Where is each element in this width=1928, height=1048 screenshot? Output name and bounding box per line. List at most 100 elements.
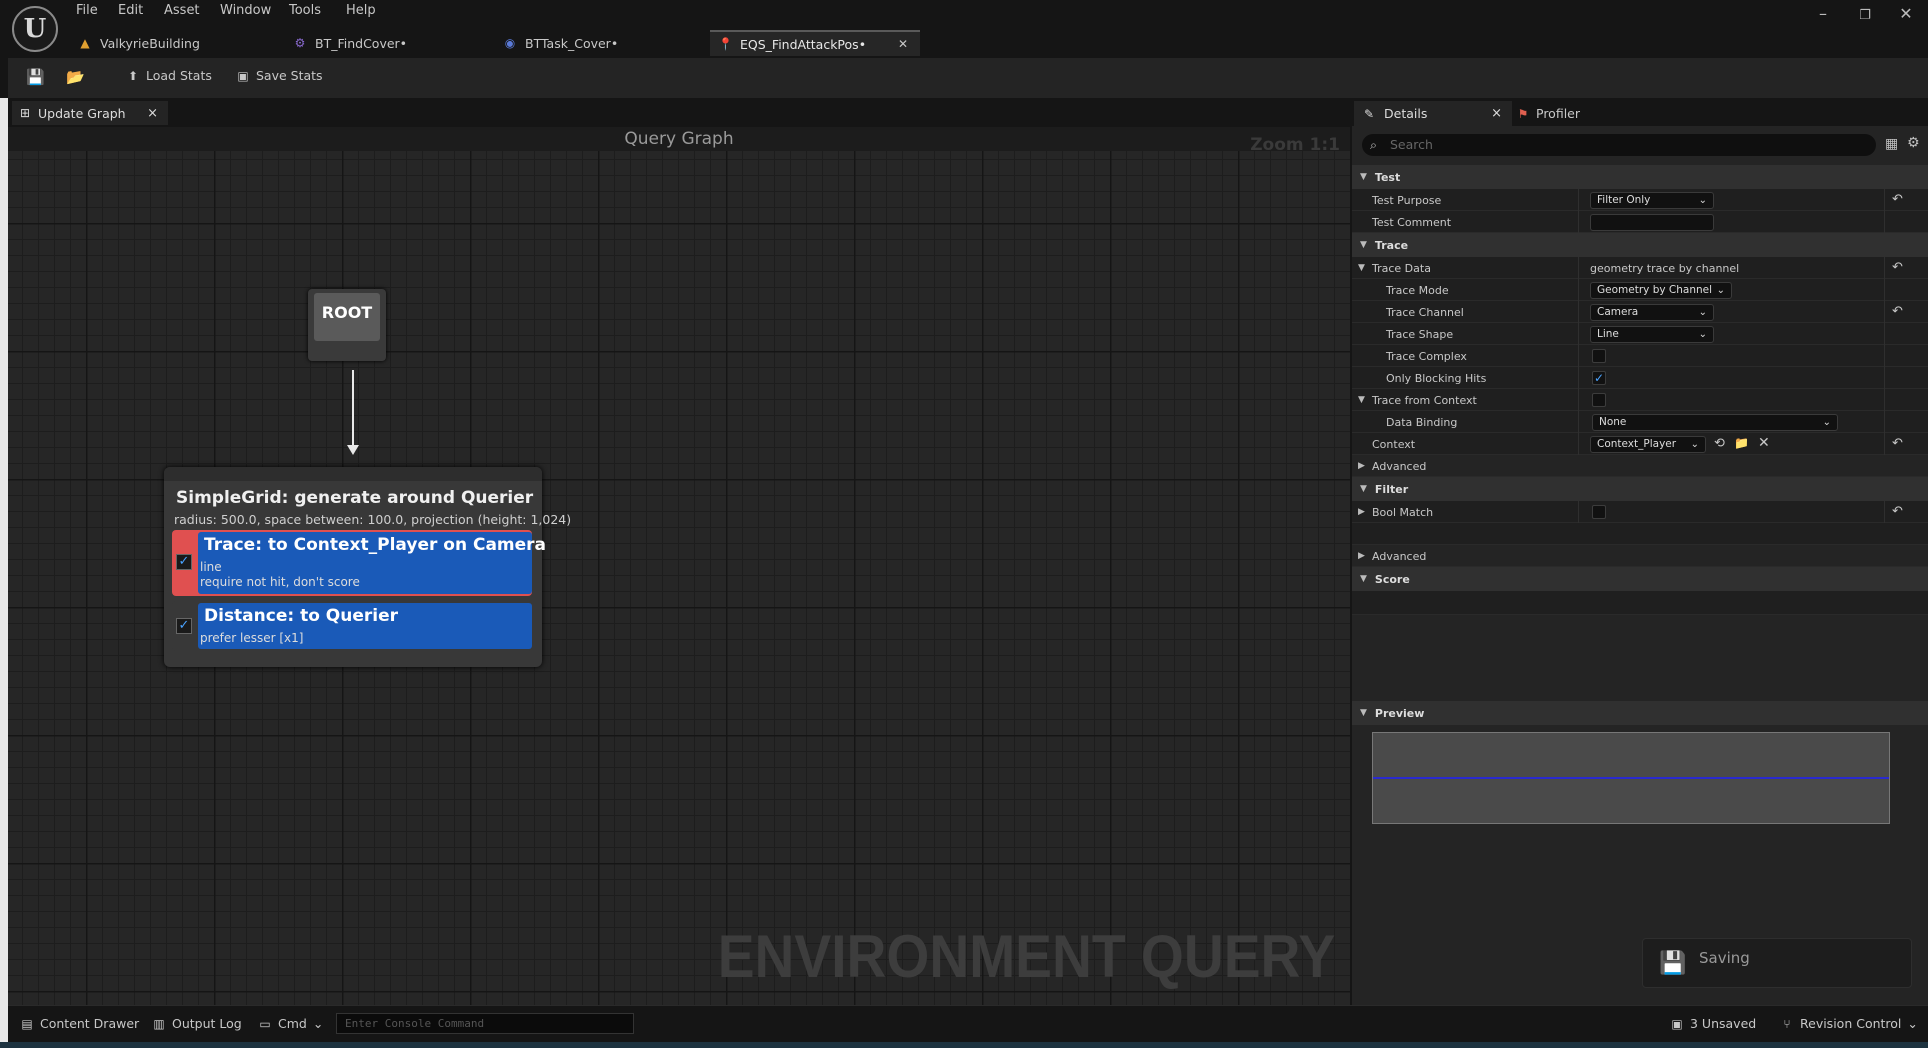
blueprint-icon: ◉ — [504, 36, 516, 50]
close-window-button[interactable]: ✕ — [1888, 4, 1924, 23]
unreal-logo-icon[interactable]: U — [12, 6, 58, 52]
menu-help[interactable]: Help — [346, 3, 376, 18]
expand-arrow-icon[interactable]: ▼ — [1358, 263, 1365, 273]
table-view-icon[interactable]: ▦ — [1885, 136, 1898, 152]
section-label: Filter — [1374, 482, 1409, 496]
tab-label: EQS_FindAttackPos• — [740, 36, 867, 52]
unsaved-button[interactable]: ▣ 3 Unsaved — [1670, 1016, 1756, 1031]
toolbar: 💾 📂 ⬆ Load Stats ▣ Save Stats — [8, 58, 1928, 98]
query-graph-canvas[interactable]: Query Graph Zoom 1:1 ENVIRONMENT QUERY R… — [8, 127, 1350, 1005]
bool-match-checkbox[interactable] — [1592, 505, 1606, 519]
test-purpose-dropdown[interactable]: Filter Only ⌄ — [1590, 192, 1714, 209]
dropdown-value: Camera — [1597, 306, 1639, 318]
trace-test-checkbox[interactable]: ✓ — [176, 554, 192, 570]
reset-to-default-icon[interactable]: ↶ — [1892, 260, 1903, 275]
expand-arrow-icon: ▼ — [1360, 574, 1367, 584]
trace-complex-checkbox[interactable] — [1592, 349, 1606, 363]
zoom-level: Zoom 1:1 — [1250, 135, 1340, 155]
settings-gear-icon[interactable]: ⚙ — [1907, 135, 1920, 151]
console-command-input[interactable]: Enter Console Command — [336, 1013, 634, 1034]
reset-to-default-icon[interactable]: ↶ — [1892, 192, 1903, 207]
tab-profiler[interactable]: ⚑ Profiler — [1516, 101, 1580, 126]
load-stats-button[interactable]: ⬆ Load Stats — [126, 68, 212, 83]
tab-bt-findcover[interactable]: ⚙ BT_FindCover• — [293, 30, 407, 56]
trace-channel-dropdown[interactable]: Camera ⌄ — [1590, 304, 1714, 321]
only-blocking-hits-checkbox[interactable]: ✓ — [1592, 371, 1606, 385]
chevron-down-icon: ⌄ — [1716, 285, 1725, 296]
save-icon[interactable]: 💾 — [26, 68, 45, 86]
expand-arrow-right-icon: ▶ — [1358, 461, 1365, 471]
behavior-tree-icon: ⚙ — [294, 36, 306, 50]
content-drawer-button[interactable]: ▤ Content Drawer — [20, 1016, 139, 1031]
section-test[interactable]: ▼ Test — [1352, 165, 1928, 189]
use-selected-icon[interactable]: ⟲ — [1714, 436, 1725, 451]
tab-details[interactable]: ✎ Details × — [1354, 101, 1512, 126]
browse-asset-icon[interactable]: 📂 — [66, 68, 85, 86]
tab-eqs-findattackpos[interactable]: 📍 EQS_FindAttackPos• ✕ — [710, 30, 920, 56]
data-binding-dropdown[interactable]: None ⌄ — [1592, 414, 1838, 431]
reset-to-default-icon[interactable]: ↶ — [1892, 436, 1903, 451]
menu-window[interactable]: Window — [220, 3, 271, 18]
menu-edit[interactable]: Edit — [118, 3, 143, 18]
distance-test-checkbox[interactable]: ✓ — [176, 618, 192, 634]
revision-control-button[interactable]: ⑂ Revision Control ⌄ — [1780, 1016, 1918, 1031]
output-log-button[interactable]: ▥ Output Log — [152, 1016, 242, 1031]
prop-advanced[interactable]: ▶ Advanced — [1352, 455, 1928, 477]
reset-to-default-icon[interactable]: ↶ — [1892, 504, 1903, 519]
section-label: Test — [1374, 170, 1401, 184]
prop-advanced-2[interactable]: ▶ Advanced — [1352, 545, 1928, 567]
trace-from-context-checkbox[interactable] — [1592, 393, 1606, 407]
distance-test-node[interactable]: ✓ Distance: to Querier prefer lesser [x1… — [172, 601, 532, 651]
trace-mode-dropdown[interactable]: Geometry by Channel ⌄ — [1590, 282, 1732, 299]
tab-label: BTTask_Cover• — [525, 35, 619, 51]
minimize-button[interactable]: – — [1805, 4, 1841, 23]
tab-valkyrie-building[interactable]: ▲ ValkyrieBuilding — [78, 30, 200, 56]
restore-button[interactable]: ❐ — [1847, 8, 1883, 23]
eqs-pin-icon: 📍 — [718, 37, 733, 51]
save-stats-button[interactable]: ▣ Save Stats — [236, 68, 323, 83]
section-preview[interactable]: ▼ Preview — [1352, 701, 1928, 725]
dropdown-value: None — [1599, 416, 1627, 428]
logo-glyph: U — [23, 14, 47, 44]
prop-bool-match: ▶ Bool Match ↶ — [1352, 501, 1928, 523]
details-search-input[interactable]: ⌕ Search — [1362, 134, 1876, 156]
trace-test-title: Trace: to Context_Player on Camera — [204, 535, 547, 555]
close-tab-icon[interactable]: ✕ — [898, 37, 908, 51]
trace-shape-dropdown[interactable]: Line ⌄ — [1590, 326, 1714, 343]
prop-context: Context Context_Player ⌄ ⟲ 📁 ✕ ↶ — [1352, 433, 1928, 455]
prop-test-purpose: Test Purpose Filter Only ⌄ ↶ — [1352, 189, 1928, 211]
root-node[interactable]: ROOT — [308, 289, 386, 361]
generator-node[interactable]: SimpleGrid: generate around Querier radi… — [164, 467, 571, 667]
test-comment-input[interactable] — [1590, 214, 1714, 231]
section-trace[interactable]: ▼ Trace — [1352, 233, 1928, 257]
cmd-dropdown[interactable]: ▭ Cmd ⌄ — [258, 1016, 323, 1031]
output-log-label: Output Log — [172, 1016, 242, 1031]
close-graph-tab-icon[interactable]: × — [147, 106, 158, 121]
menu-file[interactable]: File — [76, 3, 98, 18]
close-details-tab-icon[interactable]: × — [1491, 106, 1502, 121]
prop-label: Test Comment — [1372, 216, 1452, 229]
revision-control-label: Revision Control — [1800, 1016, 1902, 1031]
browse-icon[interactable]: 📁 — [1734, 436, 1749, 450]
clear-icon[interactable]: ✕ — [1758, 435, 1770, 451]
section-score[interactable]: ▼ Score — [1352, 567, 1928, 591]
expand-arrow-icon[interactable]: ▼ — [1358, 395, 1365, 405]
prop-label: Trace Data — [1372, 262, 1431, 275]
section-filter[interactable]: ▼ Filter — [1352, 477, 1928, 501]
context-dropdown[interactable]: Context_Player ⌄ — [1590, 436, 1706, 453]
menu-tools[interactable]: Tools — [289, 3, 321, 18]
generator-input-pin[interactable] — [164, 467, 542, 481]
chevron-down-icon: ⌄ — [1698, 307, 1707, 318]
revision-control-icon: ⑂ — [1783, 1016, 1791, 1031]
save-stats-label: Save Stats — [256, 68, 323, 83]
menu-asset[interactable]: Asset — [164, 3, 200, 18]
reset-to-default-icon[interactable]: ↶ — [1892, 304, 1903, 319]
trace-test-node[interactable]: ✓ Trace: to Context_Player on Camera lin… — [172, 530, 546, 596]
prop-label: Trace Complex — [1386, 350, 1467, 363]
taskbar-strip — [0, 1042, 1928, 1048]
expand-arrow-right-icon[interactable]: ▶ — [1358, 507, 1365, 517]
title-bar: U File Edit Asset Window Tools Help – ❐ … — [0, 0, 1928, 56]
tab-update-graph[interactable]: ⊞ Update Graph × — [12, 101, 168, 125]
unsaved-icon: ▣ — [1671, 1016, 1683, 1031]
tab-bttask-cover[interactable]: ◉ BTTask_Cover• — [503, 30, 618, 56]
